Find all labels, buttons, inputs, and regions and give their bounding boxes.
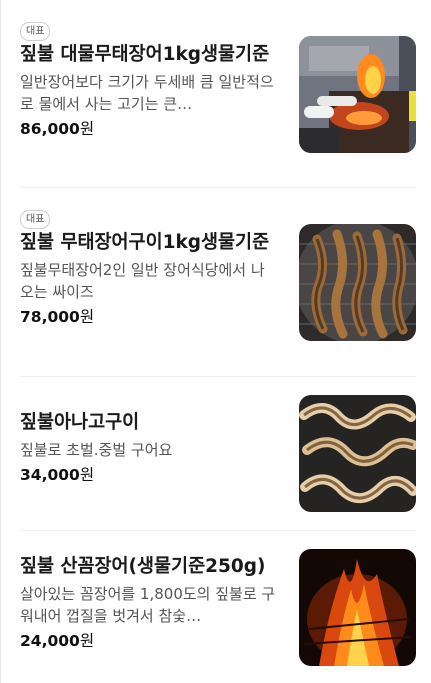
price-value: 78,000	[20, 308, 80, 326]
menu-item-description: 짚불로 초벌.중벌 구어요	[20, 441, 173, 459]
price-currency: 원	[79, 120, 95, 138]
menu-list: 대표 짚불 대물무태장어1kg생물기준 일반장어보다 크기가 두세배 큼 일반적…	[0, 0, 431, 683]
menu-item-price: 24,000원	[20, 631, 278, 651]
menu-item-title[interactable]: 짚불 무태장어구이1kg생물기준	[20, 231, 278, 254]
menu-item-description: 짚불무태장어2인 일반 장어식당에서 나오는 싸이즈	[20, 261, 265, 301]
price-value: 24,000	[20, 632, 80, 650]
anago-grill-image	[299, 395, 416, 512]
menu-item-description: 일반장어보다 크기가 두세배 큼 일반적으로 물에서 사는 고기는 큰…	[20, 73, 274, 113]
price-value: 86,000	[20, 120, 80, 138]
menu-item-description: 살아있는 꼼장어를 1,800도의 짚불로 구워내어 껍질을 벗겨서 참숯…	[20, 585, 276, 625]
menu-item-text: 짚불아나고구이 짚불로 초벌.중벌 구어요 34,000원	[20, 411, 278, 485]
grill-fire-image	[299, 36, 416, 153]
price-currency: 원	[79, 632, 95, 650]
menu-item-photo[interactable]	[299, 395, 416, 512]
eel-on-grill-image	[299, 224, 416, 341]
straw-fire-image	[299, 549, 416, 666]
signature-badge: 대표	[20, 210, 51, 229]
menu-item-title[interactable]: 짚불 대물무태장어1kg생물기준	[20, 43, 278, 66]
menu-item[interactable]: 짚불 산꼼장어(생물기준250g) 살아있는 꼼장어를 1,800도의 짚불로 …	[20, 549, 416, 666]
menu-item-photo[interactable]	[299, 549, 416, 666]
menu-item-price: 86,000원	[20, 119, 278, 139]
item-divider	[20, 187, 416, 188]
menu-item[interactable]: 짚불아나고구이 짚불로 초벌.중벌 구어요 34,000원	[20, 395, 416, 512]
menu-item[interactable]: 대표 짚불 대물무태장어1kg생물기준 일반장어보다 크기가 두세배 큼 일반적…	[20, 19, 416, 171]
menu-item-title[interactable]: 짚불 산꼼장어(생물기준250g)	[20, 555, 278, 578]
menu-item-photo[interactable]	[299, 36, 416, 153]
menu-item-photo[interactable]	[299, 224, 416, 341]
menu-item-text: 짚불 산꼼장어(생물기준250g) 살아있는 꼼장어를 1,800도의 짚불로 …	[20, 555, 278, 651]
price-currency: 원	[79, 308, 95, 326]
item-divider	[20, 530, 416, 531]
signature-badge: 대표	[20, 22, 51, 41]
item-divider	[20, 376, 416, 377]
menu-item-price: 78,000원	[20, 307, 278, 327]
menu-item-text: 대표 짚불 무태장어구이1kg생물기준 짚불무태장어2인 일반 장어식당에서 나…	[20, 207, 278, 327]
menu-item-title[interactable]: 짚불아나고구이	[20, 411, 278, 434]
price-currency: 원	[79, 466, 95, 484]
menu-item[interactable]: 대표 짚불 무태장어구이1kg생물기준 짚불무태장어2인 일반 장어식당에서 나…	[20, 207, 416, 359]
menu-item-price: 34,000원	[20, 465, 278, 485]
menu-item-text: 대표 짚불 대물무태장어1kg생물기준 일반장어보다 크기가 두세배 큼 일반적…	[20, 19, 278, 139]
price-value: 34,000	[20, 466, 80, 484]
